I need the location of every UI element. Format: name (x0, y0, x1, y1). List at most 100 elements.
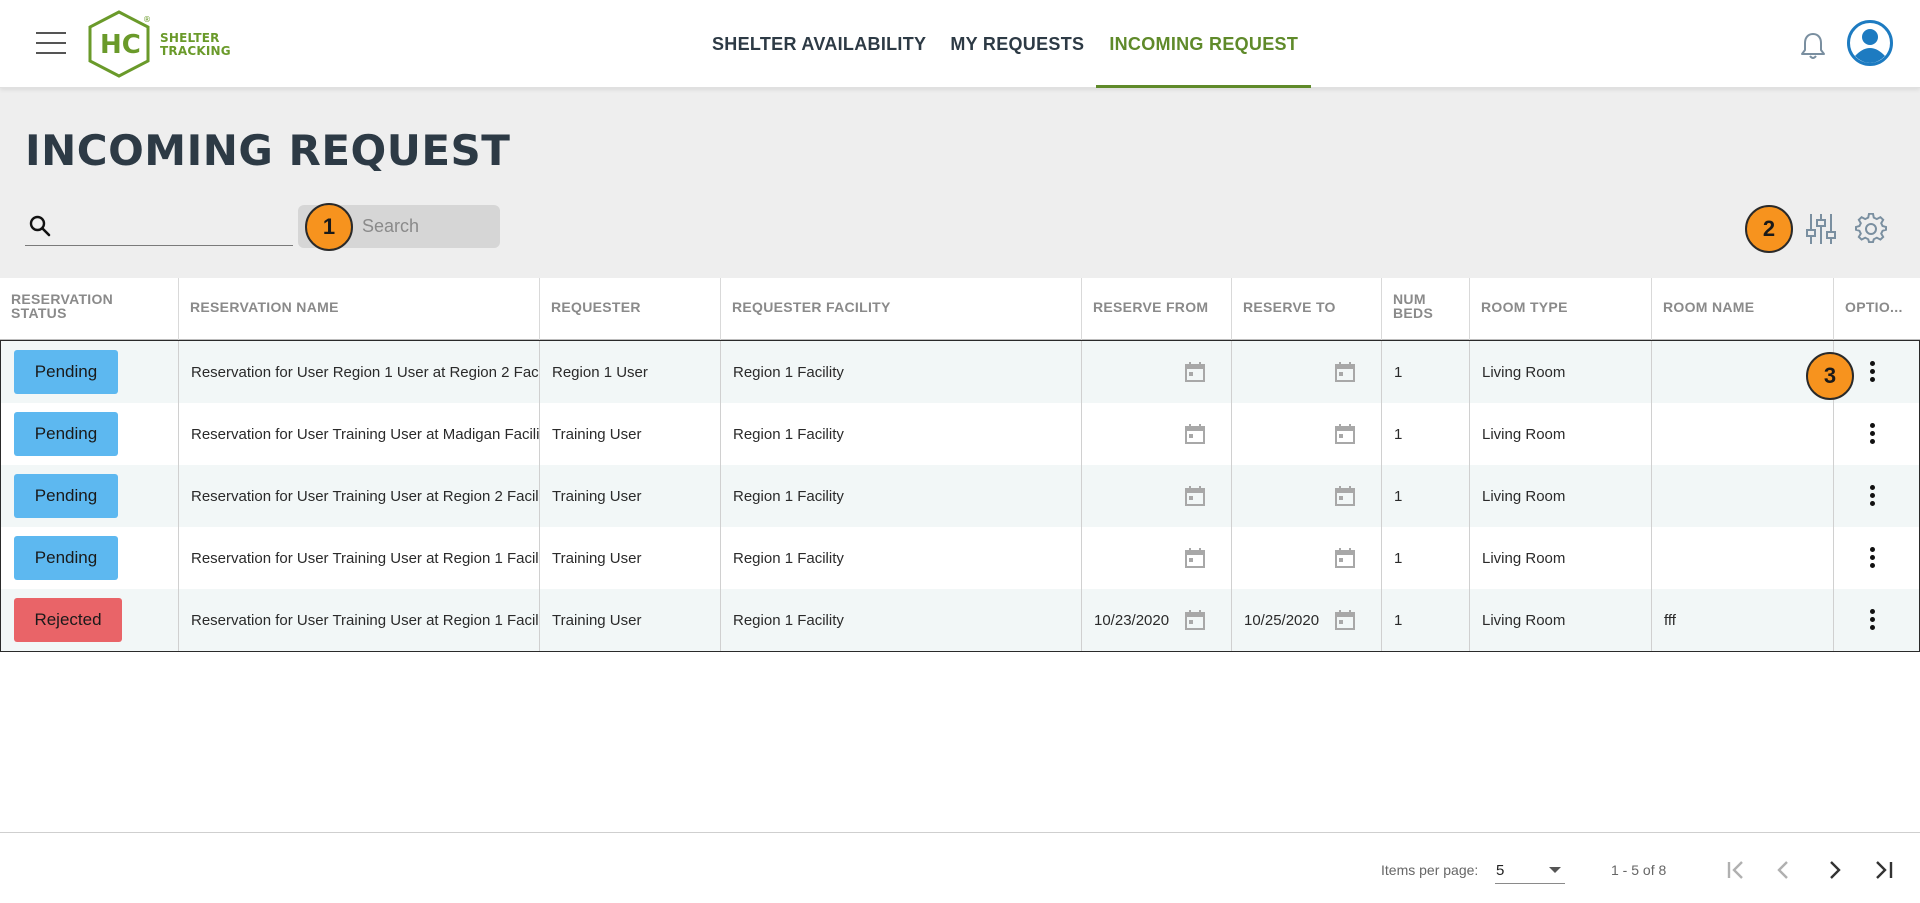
options-cell (1834, 589, 1918, 651)
facility-cell: Region 1 Facility (721, 589, 1082, 651)
page-title: INCOMING REQUEST (25, 126, 511, 175)
notification-bell-icon[interactable] (1797, 30, 1829, 62)
reserve-to-cell (1232, 341, 1382, 403)
calendar-icon[interactable] (1333, 546, 1357, 570)
top-app-bar: HC ® SHELTER TRACKING SHELTER AVAILABILI… (0, 0, 1920, 88)
previous-page-icon[interactable] (1766, 852, 1802, 888)
more-options-icon[interactable] (1868, 547, 1876, 571)
col-header-options[interactable]: OPTIO... (1834, 278, 1920, 340)
room-type-cell: Living Room (1470, 341, 1652, 403)
dropdown-arrow-icon (1549, 867, 1561, 873)
app-logo[interactable]: HC ® SHELTER TRACKING (86, 8, 246, 80)
callout-3: 3 (1806, 352, 1854, 400)
reservation-name-cell: Reservation for User Region 1 User at Re… (179, 341, 540, 403)
num-beds-cell: 1 (1382, 403, 1470, 465)
requests-table: RESERVATION STATUS RESERVATION NAME REQU… (0, 278, 1920, 652)
requester-cell: Training User (540, 527, 721, 589)
page-header: INCOMING REQUEST Search (0, 88, 1920, 278)
col-header-requester-facility[interactable]: REQUESTER FACILITY (721, 278, 1082, 340)
calendar-icon[interactable] (1183, 608, 1207, 632)
col-header-room-type[interactable]: ROOM TYPE (1470, 278, 1652, 340)
hexagon-logo-icon: HC ® (88, 10, 151, 78)
col-header-room-name[interactable]: ROOM NAME (1652, 278, 1834, 340)
reserve-from-cell (1082, 527, 1232, 589)
status-badge-rejected[interactable]: Rejected (14, 598, 122, 642)
reservation-name-cell: Reservation for User Training User at Re… (179, 527, 540, 589)
col-header-reservation-status[interactable]: RESERVATION STATUS (0, 278, 179, 340)
col-header-reserve-from[interactable]: RESERVE FROM (1082, 278, 1232, 340)
calendar-icon[interactable] (1333, 360, 1357, 384)
status-cell: Rejected (1, 589, 179, 651)
reservation-name-cell: Reservation for User Training User at Re… (179, 589, 540, 651)
callout-1: 1 (305, 203, 353, 251)
status-badge-pending[interactable]: Pending (14, 536, 118, 580)
requester-cell: Training User (540, 589, 721, 651)
brand-line-2: TRACKING (160, 44, 231, 58)
reserve-from-cell (1082, 465, 1232, 527)
calendar-icon[interactable] (1183, 360, 1207, 384)
status-cell: Pending (1, 465, 179, 527)
num-beds-cell: 1 (1382, 341, 1470, 403)
calendar-icon[interactable] (1183, 546, 1207, 570)
col-header-reservation-name[interactable]: RESERVATION NAME (179, 278, 540, 340)
options-cell (1834, 403, 1918, 465)
facility-cell: Region 1 Facility (721, 341, 1082, 403)
table-row: Rejected Reservation for User Training U… (1, 589, 1919, 651)
nav-shelter-availability[interactable]: SHELTER AVAILABILITY (700, 0, 938, 88)
calendar-icon[interactable] (1333, 484, 1357, 508)
reserve-to-value[interactable]: 10/25/2020 (1244, 612, 1320, 629)
user-avatar-icon[interactable] (1847, 20, 1893, 66)
facility-cell: Region 1 Facility (721, 403, 1082, 465)
reserve-from-value[interactable]: 10/23/2020 (1094, 612, 1170, 629)
reservation-name-cell: Reservation for User Training User at Ma… (179, 403, 540, 465)
items-per-page-value: 5 (1496, 862, 1505, 879)
search-field (25, 206, 293, 246)
num-beds-cell: 1 (1382, 589, 1470, 651)
search-input[interactable] (61, 212, 289, 240)
room-name-cell: fff (1652, 589, 1834, 651)
first-page-icon[interactable] (1718, 852, 1754, 888)
col-header-num-beds[interactable]: NUM BEDS (1382, 278, 1470, 340)
reserve-to-cell (1232, 527, 1382, 589)
status-cell: Pending (1, 527, 179, 589)
col-header-requester[interactable]: REQUESTER (540, 278, 721, 340)
last-page-icon[interactable] (1866, 852, 1902, 888)
room-type-cell: Living Room (1470, 589, 1652, 651)
status-badge-pending[interactable]: Pending (14, 350, 118, 394)
next-page-icon[interactable] (1817, 852, 1853, 888)
table-row: Pending Reservation for User Region 1 Us… (1, 341, 1919, 403)
brand-name: SHELTER TRACKING (160, 32, 231, 58)
room-name-cell (1652, 527, 1834, 589)
requester-cell: Training User (540, 403, 721, 465)
hamburger-menu-icon[interactable] (36, 32, 66, 56)
calendar-icon[interactable] (1183, 422, 1207, 446)
calendar-icon[interactable] (1183, 484, 1207, 508)
col-header-reserve-to[interactable]: RESERVE TO (1232, 278, 1382, 340)
more-options-icon[interactable] (1868, 361, 1876, 385)
reserve-from-cell (1082, 403, 1232, 465)
more-options-icon[interactable] (1868, 485, 1876, 509)
table-header: RESERVATION STATUS RESERVATION NAME REQU… (0, 278, 1920, 340)
more-options-icon[interactable] (1868, 423, 1876, 447)
nav-incoming-request[interactable]: INCOMING REQUEST (1096, 0, 1311, 88)
calendar-icon[interactable] (1333, 608, 1357, 632)
reserve-from-cell (1082, 341, 1232, 403)
room-type-cell: Living Room (1470, 465, 1652, 527)
num-beds-cell: 1 (1382, 465, 1470, 527)
status-cell: Pending (1, 403, 179, 465)
more-options-icon[interactable] (1868, 609, 1876, 633)
reserve-to-cell (1232, 403, 1382, 465)
nav-my-requests[interactable]: MY REQUESTS (938, 0, 1096, 88)
items-per-page-select[interactable]: 5 (1495, 856, 1565, 884)
status-badge-pending[interactable]: Pending (14, 412, 118, 456)
status-cell: Pending (1, 341, 179, 403)
column-filter-sliders-icon[interactable] (1805, 212, 1837, 246)
status-badge-pending[interactable]: Pending (14, 474, 118, 518)
settings-gear-icon[interactable] (1855, 213, 1887, 245)
reservation-name-cell: Reservation for User Training User at Re… (179, 465, 540, 527)
calendar-icon[interactable] (1333, 422, 1357, 446)
table-body: Pending Reservation for User Region 1 Us… (0, 340, 1920, 652)
reserve-to-cell (1232, 465, 1382, 527)
requester-cell: Training User (540, 465, 721, 527)
search-icon (29, 215, 51, 237)
